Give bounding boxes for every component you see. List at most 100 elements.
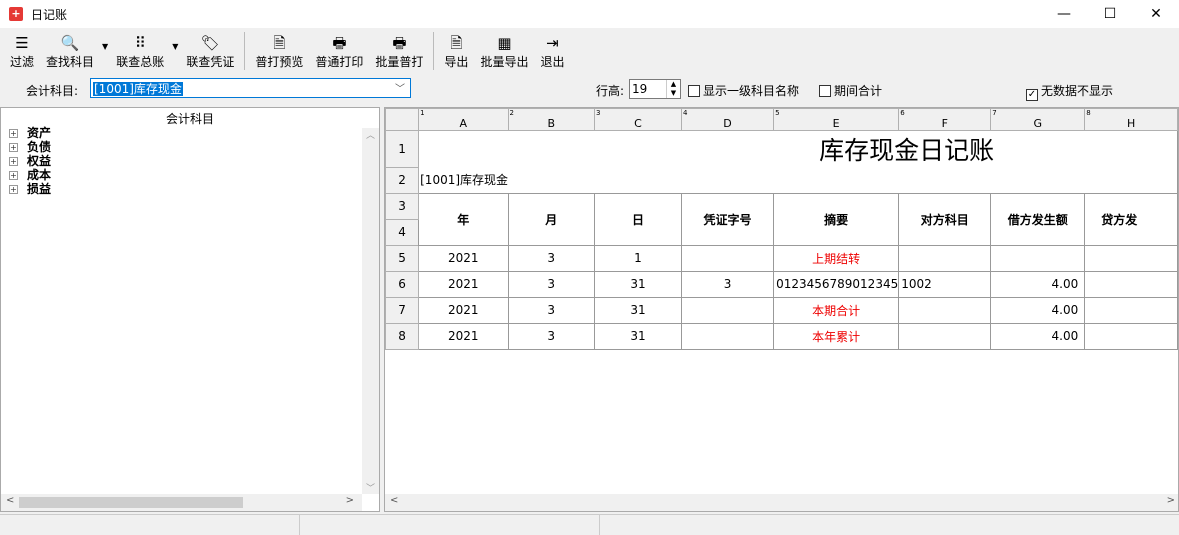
- cell-day[interactable]: 1: [593, 244, 682, 272]
- close-button[interactable]: ✕: [1133, 0, 1179, 28]
- cell-credit[interactable]: [1084, 296, 1178, 324]
- cell-month[interactable]: 3: [507, 296, 595, 324]
- cell-credit[interactable]: [1084, 270, 1178, 298]
- cell-month[interactable]: 3: [507, 322, 595, 350]
- expand-icon[interactable]: +: [9, 184, 18, 194]
- row-header[interactable]: 4: [385, 218, 420, 246]
- grid-icon: ⠿: [134, 34, 146, 52]
- row-header[interactable]: 6: [385, 270, 420, 298]
- row-header[interactable]: 8: [385, 322, 420, 350]
- tree-node[interactable]: + 权益: [1, 154, 379, 168]
- column-header[interactable]: 3C: [593, 108, 682, 131]
- cell-credit[interactable]: [1084, 322, 1178, 350]
- row-header[interactable]: 1: [385, 130, 420, 168]
- toolbar-button-8[interactable]: 🗎 导出: [438, 30, 474, 74]
- toolbar-button-3[interactable]: ⠿ 联查总账: [110, 30, 170, 74]
- tree-node[interactable]: + 成本: [1, 168, 379, 182]
- cell-day[interactable]: 31: [593, 296, 682, 324]
- chevron-down-icon[interactable]: ﹀: [395, 80, 405, 95]
- cell-credit[interactable]: [1084, 244, 1178, 272]
- column-header[interactable]: 8H: [1084, 108, 1178, 131]
- toolbar-button-7[interactable]: 🖶 批量普打: [369, 30, 429, 74]
- dropdown-arrow-icon[interactable]: ▼: [102, 42, 108, 51]
- cell-month[interactable]: 3: [507, 244, 595, 272]
- expand-icon[interactable]: +: [9, 128, 18, 138]
- cell-voucher[interactable]: 3: [680, 270, 775, 298]
- toolbar-button-9[interactable]: ▦ 批量导出: [474, 30, 534, 74]
- column-header[interactable]: 4D: [680, 108, 775, 131]
- sheet-horizontal-scrollbar[interactable]: < >: [385, 494, 1178, 511]
- period-total-checkbox[interactable]: 期间合计: [819, 82, 882, 99]
- cell-summary[interactable]: 0123456789012345: [773, 270, 900, 298]
- row-header[interactable]: 7: [385, 296, 420, 324]
- checkbox-checked-icon[interactable]: ✓: [1026, 89, 1038, 101]
- stepper-arrows-icon[interactable]: ▲ ▼: [666, 80, 680, 98]
- cell-year[interactable]: 2021: [418, 322, 509, 350]
- cell-debit[interactable]: 4.00: [990, 296, 1086, 324]
- corner-cell[interactable]: [385, 108, 420, 131]
- minimize-button[interactable]: —: [1041, 0, 1087, 28]
- expand-icon[interactable]: +: [9, 156, 18, 166]
- cell-debit[interactable]: [990, 244, 1086, 272]
- column-header[interactable]: 6F: [898, 108, 992, 131]
- toolbar-button-1[interactable]: ☰ 过滤: [4, 30, 40, 74]
- expand-icon[interactable]: +: [9, 170, 18, 180]
- scroll-thumb[interactable]: [19, 497, 243, 508]
- maximize-button[interactable]: ☐: [1087, 0, 1133, 28]
- sheet-title: 库存现金日记账: [418, 130, 1178, 167]
- column-letter: D: [723, 117, 732, 130]
- row-header[interactable]: 2: [385, 166, 420, 194]
- column-title: 对方科目: [898, 192, 992, 246]
- vertical-scrollbar[interactable]: ︿ ﹀: [362, 128, 379, 494]
- checkbox-icon[interactable]: [819, 85, 831, 97]
- cell-summary[interactable]: 上期结转: [773, 244, 900, 272]
- dropdown-arrow-icon[interactable]: ▼: [172, 42, 178, 51]
- cell-summary[interactable]: 本期合计: [773, 296, 900, 324]
- toolbar-button-6[interactable]: 🖶 普通打印: [309, 30, 369, 74]
- cell-year[interactable]: 2021: [418, 244, 509, 272]
- cell-voucher[interactable]: [680, 322, 775, 350]
- cell-contra[interactable]: 1002: [898, 270, 992, 298]
- cell-voucher[interactable]: [680, 296, 775, 324]
- cell-year[interactable]: 2021: [418, 270, 509, 298]
- cell-debit[interactable]: 4.00: [990, 322, 1086, 350]
- tree-node[interactable]: + 负债: [1, 140, 379, 154]
- cell-contra[interactable]: [898, 244, 992, 272]
- cell-contra[interactable]: [898, 296, 992, 324]
- column-header[interactable]: 2B: [507, 108, 595, 131]
- cell-contra[interactable]: [898, 322, 992, 350]
- cell-debit[interactable]: 4.00: [990, 270, 1086, 298]
- column-header[interactable]: 7G: [990, 108, 1086, 131]
- tree-node[interactable]: + 资产: [1, 126, 379, 140]
- show-level1-checkbox[interactable]: 显示一级科目名称: [688, 82, 799, 99]
- hide-empty-checkbox[interactable]: ✓ 无数据不显示: [1026, 82, 1113, 101]
- column-header[interactable]: 1A: [418, 108, 509, 131]
- toolbar-button-label: 批量普打: [375, 55, 424, 69]
- toolbar-button-5[interactable]: 🗎 普打预览: [249, 30, 309, 74]
- expand-icon[interactable]: +: [9, 142, 18, 152]
- title-bar: + 日记账 — ☐ ✕: [0, 0, 1179, 28]
- checkbox-icon[interactable]: [688, 85, 700, 97]
- row-header[interactable]: 5: [385, 244, 420, 272]
- horizontal-scrollbar[interactable]: < >: [1, 494, 362, 511]
- row-height-stepper[interactable]: 19 ▲ ▼: [629, 79, 681, 99]
- tree-node[interactable]: + 损益: [1, 182, 379, 196]
- filter-icon: ☰: [15, 34, 29, 52]
- table-row: 8 2021 3 31 本年累计 4.00: [385, 322, 1178, 350]
- cell-day[interactable]: 31: [593, 322, 682, 350]
- toolbar-button-10[interactable]: ⇥ 退出: [534, 30, 570, 74]
- toolbar-button-2[interactable]: 🔍 查找科目: [40, 30, 100, 74]
- column-header[interactable]: 5E: [773, 108, 900, 131]
- cell-month[interactable]: 3: [507, 270, 595, 298]
- toolbar-button-4[interactable]: 🏷 联查凭证: [180, 30, 240, 74]
- row-header[interactable]: 3: [385, 192, 420, 220]
- filter-bar: 会计科目: [1001]库存现金 ﹀ 行高: 19 ▲ ▼ 显示一级科目名称 期间…: [0, 74, 1179, 104]
- account-select-value: [1001]库存现金: [93, 82, 183, 96]
- cell-voucher[interactable]: [680, 244, 775, 272]
- tree-node-label: 权益: [27, 154, 52, 168]
- cell-year[interactable]: 2021: [418, 296, 509, 324]
- cell-day[interactable]: 31: [593, 270, 682, 298]
- cell-summary[interactable]: 本年累计: [773, 322, 900, 350]
- excel-icon: ▦: [497, 34, 512, 52]
- account-select[interactable]: [1001]库存现金 ﹀: [90, 78, 411, 98]
